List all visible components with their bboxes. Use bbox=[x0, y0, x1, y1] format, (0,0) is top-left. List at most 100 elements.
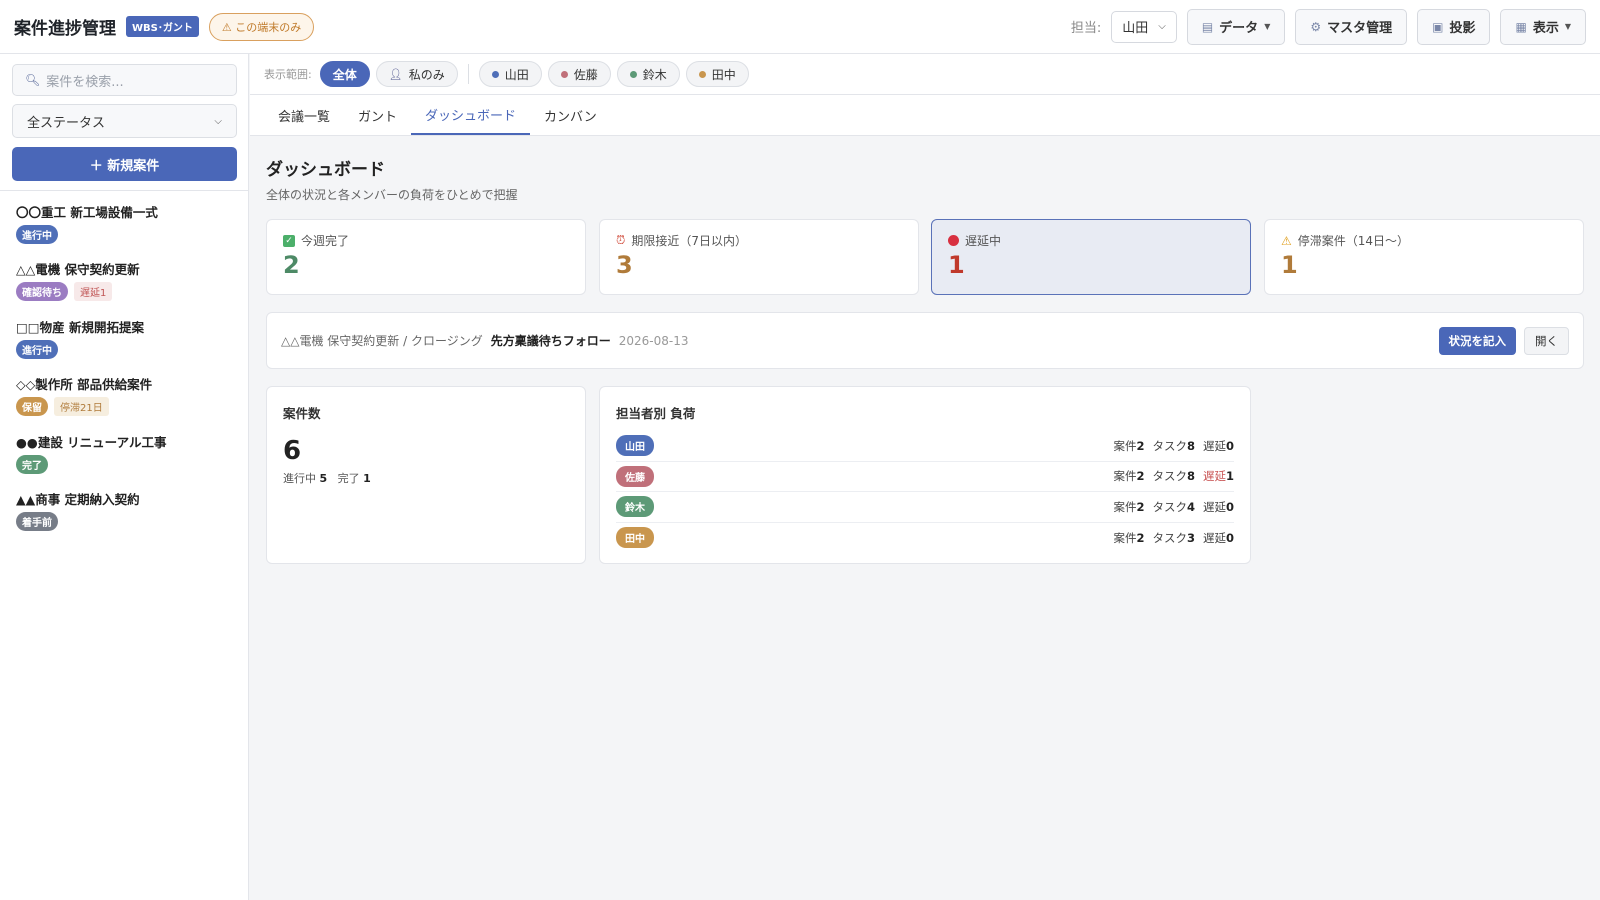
kpi-card-stalled[interactable]: ⚠ 停滞案件（14日〜） 1 bbox=[1264, 219, 1584, 295]
stall-badge: 停滞21日 bbox=[54, 397, 109, 417]
project-name: △△電機 保守契約更新 bbox=[16, 262, 140, 278]
kpi-card-done-this-week[interactable]: ✓ 今週完了 2 bbox=[266, 219, 586, 295]
task-count: タスク3 bbox=[1152, 530, 1195, 546]
project-list-item[interactable]: 〇〇重工 新工場設備一式 進行中 bbox=[16, 202, 241, 259]
late-count-label: 遅延 bbox=[1202, 530, 1226, 545]
wbs-badge: WBS･ガント bbox=[126, 16, 199, 37]
card-title: 案件数 bbox=[283, 406, 321, 421]
member-load-stats: 案件2 タスク8 遅延1 bbox=[1113, 468, 1234, 484]
project-list-item[interactable]: ◇◇製作所 部品供給案件 保留 停滞21日 bbox=[16, 374, 241, 431]
data-menu-label: データ bbox=[1219, 21, 1259, 36]
project-list-item[interactable]: △△電機 保守契約更新 確認待ち 遅延1 bbox=[16, 259, 241, 316]
kpi-label: 期限接近（7日以内） bbox=[631, 234, 748, 248]
status-filter-select[interactable]: 全ステータス ⌵ bbox=[12, 104, 237, 138]
case-count-value: 2 bbox=[1136, 499, 1145, 514]
view-menu-button[interactable]: ▦ 表示 ▼ bbox=[1500, 8, 1586, 45]
scope-chip-suzuki[interactable]: 鈴木 bbox=[616, 61, 680, 87]
status-badge: 完了 bbox=[16, 454, 48, 474]
scope-filter-bar: 表示範囲: 全体 👤︎ 私のみ 山田 佐藤 鈴木 田中 bbox=[250, 54, 1600, 95]
late-count-label: 遅延 bbox=[1202, 469, 1226, 484]
caret-down-icon: ▼ bbox=[1564, 22, 1571, 31]
task-count-label: タスク bbox=[1152, 499, 1187, 514]
projector-icon: ▣ bbox=[1432, 19, 1444, 34]
chevron-down-icon: ⌵ bbox=[214, 115, 222, 127]
scope-chip-all[interactable]: 全体 bbox=[319, 61, 370, 87]
tab-dashboard[interactable]: ダッシュボード bbox=[411, 95, 531, 135]
project-list-item[interactable]: ●●建設 リニューアル工事 完了 bbox=[16, 432, 241, 489]
task-count: タスク4 bbox=[1152, 499, 1195, 515]
project-list-item[interactable]: ▲▲商事 定期納入契約 着手前 bbox=[16, 489, 241, 546]
tab-meetings[interactable]: 会議一覧 bbox=[264, 95, 344, 135]
task-path: △△電機 保守契約更新 / クロージング bbox=[281, 334, 483, 348]
scope-chip-mine[interactable]: 👤︎ 私のみ bbox=[375, 61, 458, 87]
record-status-button[interactable]: 状況を記入 bbox=[1438, 326, 1516, 355]
task-count: タスク8 bbox=[1152, 438, 1195, 454]
page-title: ダッシュボード bbox=[266, 160, 385, 180]
kpi-card-due-soon[interactable]: ⏰︎ 期限接近（7日以内） 3 bbox=[599, 219, 919, 295]
member-load-card: 担当者別 負荷 山田 案件2 タスク8 遅延0 佐藤 案件2 タスク8 遅延1 鈴木 案件2 タスク… bbox=[599, 386, 1251, 564]
project-list-item[interactable]: □□物産 新規開拓提案 進行中 bbox=[16, 317, 241, 374]
late-count-value: 0 bbox=[1225, 530, 1234, 545]
task-count-label: タスク bbox=[1152, 530, 1187, 545]
document-icon: ▤ bbox=[1201, 19, 1214, 34]
kpi-value: 3 bbox=[616, 251, 633, 279]
late-count: 遅延0 bbox=[1203, 438, 1234, 454]
assignee-select[interactable]: 山田 ⌵ bbox=[1111, 10, 1177, 43]
scope-label: 表示範囲: bbox=[264, 68, 312, 81]
member-load-stats: 案件2 タスク8 遅延0 bbox=[1113, 438, 1234, 454]
kpi-card-overdue[interactable]: 遅延中 1 bbox=[931, 219, 1251, 295]
kpi-value: 2 bbox=[283, 251, 300, 279]
data-menu-button[interactable]: ▤ データ ▼ bbox=[1186, 8, 1286, 45]
task-count: タスク8 bbox=[1152, 468, 1195, 484]
tab-kanban[interactable]: カンバン bbox=[530, 95, 611, 135]
search-icon: 🔍︎ bbox=[25, 73, 41, 87]
case-count-value: 2 bbox=[1136, 438, 1145, 453]
kpi-label: 停滞案件（14日〜） bbox=[1297, 234, 1410, 248]
status-badge: 進行中 bbox=[16, 339, 58, 359]
open-task-button[interactable]: 開く bbox=[1524, 326, 1569, 355]
member-badge: 鈴木 bbox=[616, 496, 654, 518]
member-load-stats: 案件2 タスク4 遅延0 bbox=[1113, 499, 1234, 515]
task-count-label: タスク bbox=[1152, 438, 1187, 453]
scope-chip-yamada[interactable]: 山田 bbox=[478, 61, 542, 87]
case-count: 案件2 bbox=[1113, 499, 1144, 515]
kpi-label: 遅延中 bbox=[965, 234, 1002, 248]
assignee-value: 山田 bbox=[1122, 21, 1149, 36]
kpi-value: 1 bbox=[948, 251, 965, 279]
project-breakdown: 進行中 5 完了 1 bbox=[283, 470, 569, 486]
task-count-value: 8 bbox=[1186, 438, 1195, 453]
new-project-button[interactable]: ＋ 新規案件 bbox=[12, 147, 237, 181]
person-icon: 👤︎ bbox=[388, 67, 403, 81]
scope-chip-tanaka[interactable]: 田中 bbox=[685, 61, 749, 87]
projection-button[interactable]: ▣ 投影 bbox=[1417, 8, 1491, 45]
member-load-row: 鈴木 案件2 タスク4 遅延0 bbox=[616, 492, 1234, 523]
app-header: 案件進捗管理 WBS･ガント ⚠ この端末のみ 担当: 山田 ⌵ ▤ データ ▼… bbox=[0, 0, 1600, 54]
in-progress-label: 進行中 bbox=[283, 472, 316, 485]
task-count-value: 8 bbox=[1186, 469, 1195, 484]
tab-gantt[interactable]: ガント bbox=[344, 95, 411, 135]
case-count: 案件2 bbox=[1113, 438, 1144, 454]
check-icon: ✓ bbox=[283, 234, 295, 247]
search-input[interactable]: 🔍︎ 案件を検索... bbox=[12, 64, 237, 96]
task-count-value: 4 bbox=[1186, 499, 1195, 514]
projection-label: 投影 bbox=[1449, 21, 1476, 36]
member-badge: 山田 bbox=[616, 435, 654, 457]
sidebar: 🔍︎ 案件を検索... 全ステータス ⌵ ＋ 新規案件 〇〇重工 新工場設備一式… bbox=[0, 54, 249, 900]
master-settings-button[interactable]: ⚙ マスタ管理 bbox=[1295, 8, 1408, 45]
scope-chip-label: 田中 bbox=[711, 67, 736, 82]
member-dot bbox=[698, 70, 706, 78]
scope-chip-label: 山田 bbox=[504, 67, 529, 82]
member-dot bbox=[560, 70, 568, 78]
done-count: 1 bbox=[363, 472, 371, 485]
project-list: 〇〇重工 新工場設備一式 進行中 △△電機 保守契約更新 確認待ち 遅延1 □□… bbox=[16, 202, 241, 546]
view-menu-label: 表示 bbox=[1532, 21, 1559, 36]
gear-icon: ⚙ bbox=[1310, 19, 1322, 34]
case-count-label: 案件 bbox=[1113, 438, 1137, 453]
status-filter-value: 全ステータス bbox=[27, 115, 106, 131]
scope-chip-sato[interactable]: 佐藤 bbox=[547, 61, 611, 87]
alarm-clock-icon: ⏰︎ bbox=[616, 233, 626, 247]
task-due-date: 2026-08-13 bbox=[618, 333, 689, 348]
red-circle-icon bbox=[948, 235, 959, 246]
case-count-value: 2 bbox=[1136, 530, 1145, 545]
card-title: 担当者別 負荷 bbox=[616, 406, 696, 421]
